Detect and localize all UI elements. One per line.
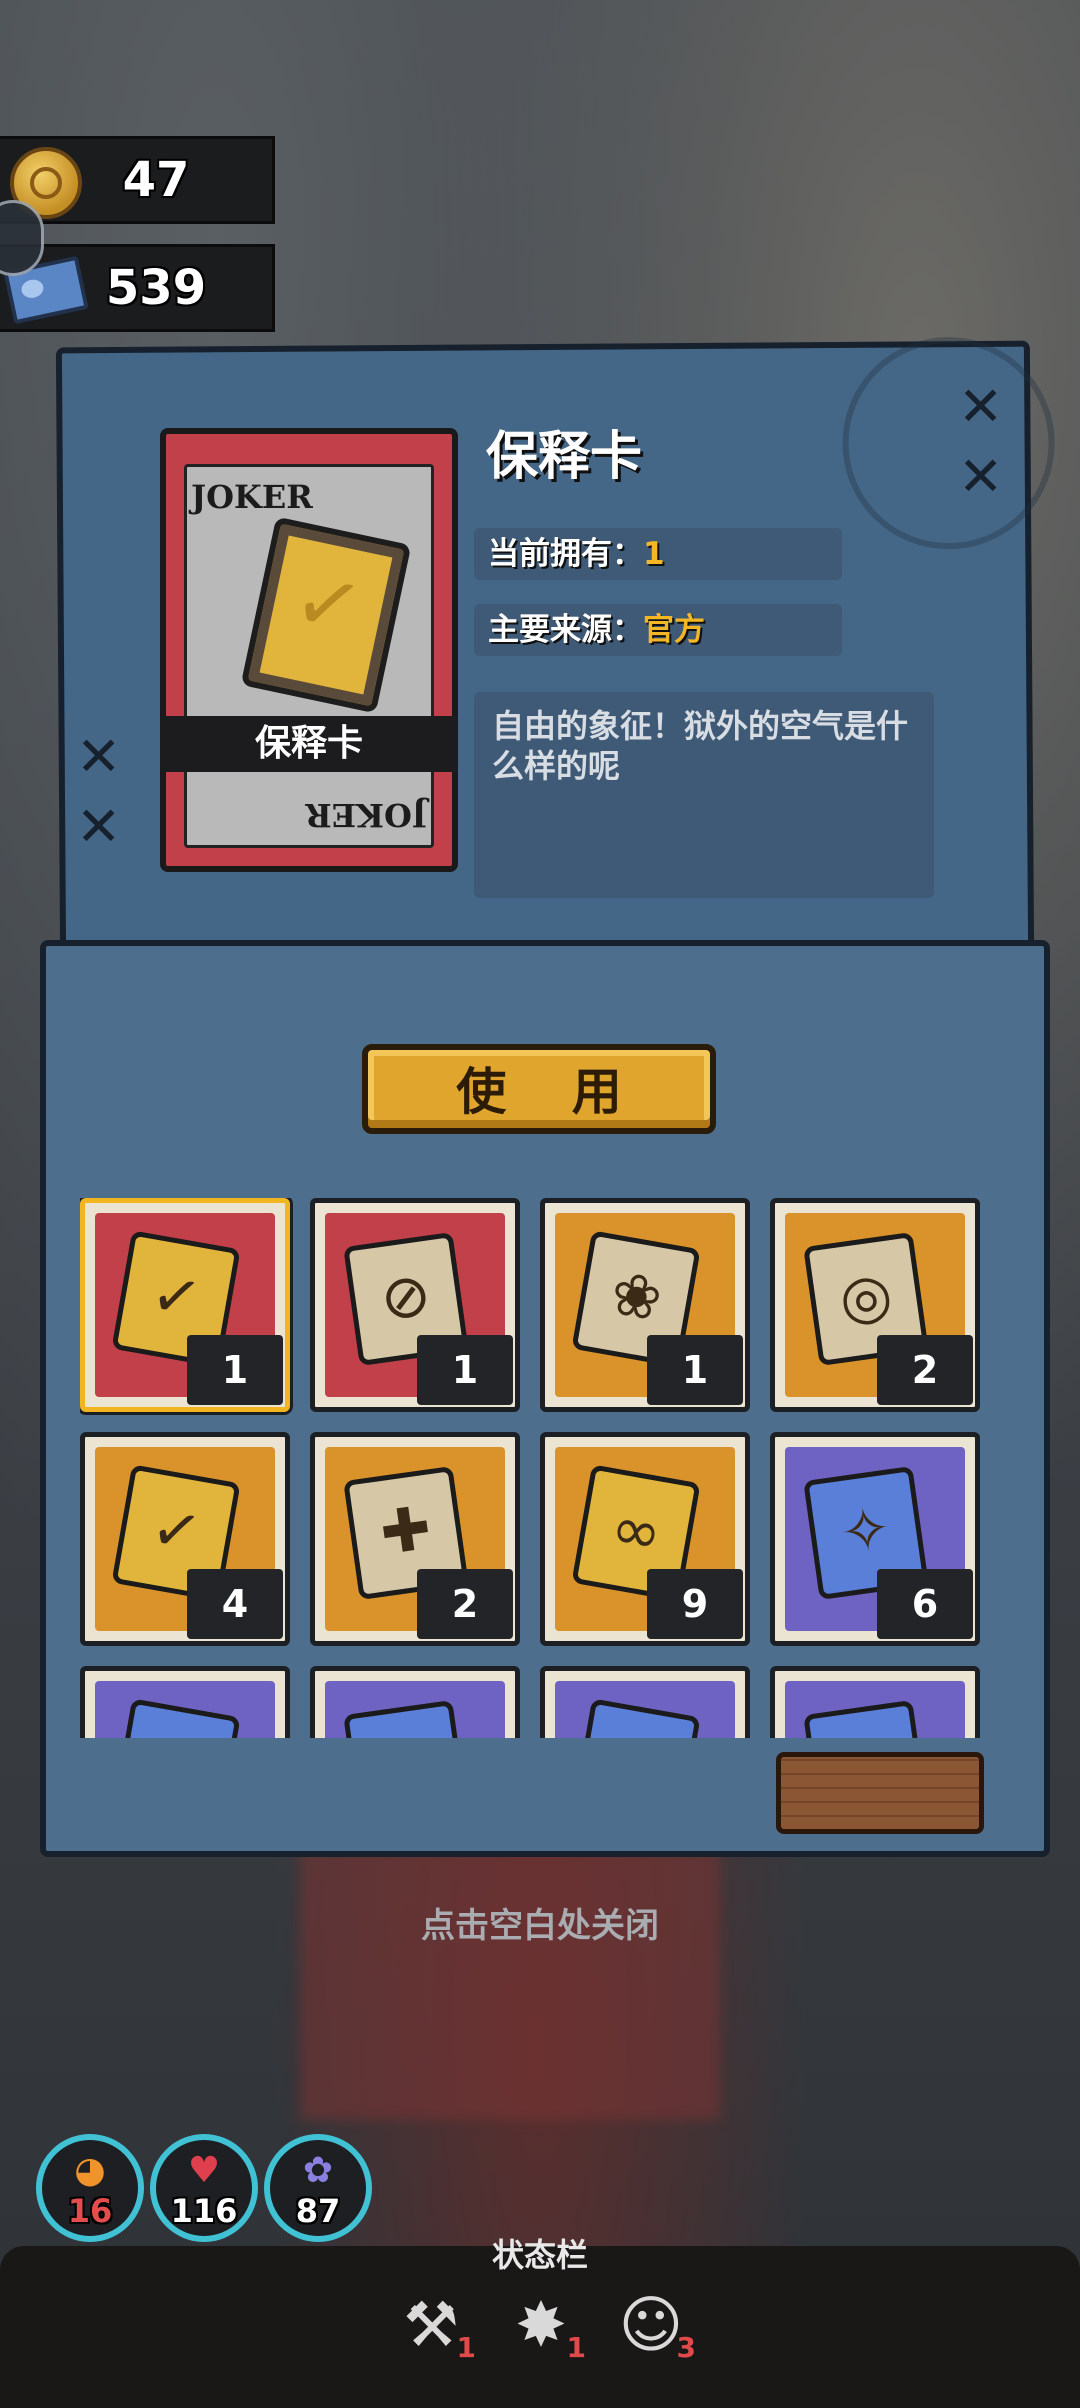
bail-card-icon <box>240 516 412 714</box>
brain-icon: ✿ <box>302 2150 334 2191</box>
source-label: 主要来源： <box>488 612 643 648</box>
item-count: 6 <box>877 1569 973 1639</box>
item-count: 1 <box>187 1335 283 1405</box>
sanity-stat[interactable]: ✿ 87 <box>264 2134 372 2242</box>
wood-plank-button[interactable] <box>776 1752 984 1834</box>
heart-icon: ♥ <box>187 2150 221 2191</box>
card-label: 保释卡 <box>160 716 458 772</box>
item-count: 1 <box>417 1335 513 1405</box>
source-value: 官方 <box>643 612 705 648</box>
x-decoration-icon: ✕ <box>76 725 122 788</box>
status-count: 1 <box>566 2331 586 2364</box>
owned-label: 当前拥有： <box>488 536 643 572</box>
stamp-decoration <box>841 336 1056 550</box>
mask-icon[interactable]: ☺ 3 <box>606 2288 696 2368</box>
item-title: 保释卡 <box>486 427 643 487</box>
inventory-slot[interactable] <box>540 1666 750 1738</box>
card-face: JOKER JOKER <box>184 464 434 848</box>
owned-value: 1 <box>643 536 665 572</box>
inventory-slot[interactable]: ✚ 2 <box>310 1432 520 1646</box>
inventory-slot[interactable]: ◎ 2 <box>770 1198 980 1412</box>
sanity-value: 87 <box>295 2192 341 2230</box>
hunger-value: 16 <box>67 2192 113 2230</box>
broken-tools-icon[interactable]: ⚒ 1 <box>386 2288 476 2368</box>
hunger-stat[interactable]: ◕ 16 <box>36 2134 144 2242</box>
item-detail-panel: ✕ ✕ ✕ ✕ JOKER JOKER 保释卡 保释卡 当前拥有：1 主要来源：… <box>40 336 1056 1860</box>
source-row: 主要来源：官方 <box>474 604 842 656</box>
item-count: 2 <box>417 1569 513 1639</box>
health-value: 116 <box>170 2192 238 2230</box>
inventory-slot[interactable] <box>80 1666 290 1738</box>
hunger-icon: ◕ <box>74 2150 106 2191</box>
status-count: 3 <box>676 2331 696 2364</box>
status-bar-label[interactable]: 状态栏 <box>0 2230 1080 2276</box>
inventory-slot[interactable]: ✧ 6 <box>770 1432 980 1646</box>
item-count: 4 <box>187 1569 283 1639</box>
inventory-slot[interactable]: ∞ 9 <box>540 1432 750 1646</box>
item-card: JOKER JOKER 保释卡 <box>160 428 458 872</box>
coin-counter: 47 <box>0 136 275 224</box>
inventory-slot[interactable] <box>310 1666 520 1738</box>
inventory-slot[interactable]: ❀ 1 <box>540 1198 750 1412</box>
item-count: 2 <box>877 1335 973 1405</box>
joker-text: JOKER <box>191 478 313 516</box>
inventory-slot[interactable]: ⊘ 1 <box>310 1198 520 1412</box>
inventory-slot[interactable]: ✓ 1 <box>80 1198 290 1412</box>
owned-row: 当前拥有：1 <box>474 528 842 580</box>
health-stat[interactable]: ♥ 116 <box>150 2134 258 2242</box>
explosion-icon[interactable]: ✸ 1 <box>496 2288 586 2368</box>
background-carpet <box>300 1850 720 2120</box>
inventory-slot[interactable] <box>770 1666 980 1738</box>
item-count: 9 <box>647 1569 743 1639</box>
item-description: 自由的象征！狱外的空气是什么样的呢 <box>474 692 934 898</box>
coin-value: 47 <box>122 152 190 208</box>
x-decoration-icon: ✕ <box>958 375 1004 438</box>
status-count: 1 <box>456 2331 476 2364</box>
ticket-value: 539 <box>105 260 207 316</box>
use-button[interactable]: 使 用 <box>362 1044 716 1134</box>
close-hint[interactable]: 点击空白处关闭 <box>0 1898 1080 1947</box>
item-count: 1 <box>647 1335 743 1405</box>
x-decoration-icon: ✕ <box>76 795 122 858</box>
inventory-slot[interactable]: ✓ 4 <box>80 1432 290 1646</box>
x-decoration-icon: ✕ <box>958 445 1004 508</box>
inventory-grid[interactable]: ✓ 1 ⊘ 1 ❀ 1 ◎ 2 ✓ 4 ✚ 2 ∞ 9 ✧ 6 <box>80 1198 1000 1738</box>
joker-text-rotated: JOKER <box>305 796 427 834</box>
